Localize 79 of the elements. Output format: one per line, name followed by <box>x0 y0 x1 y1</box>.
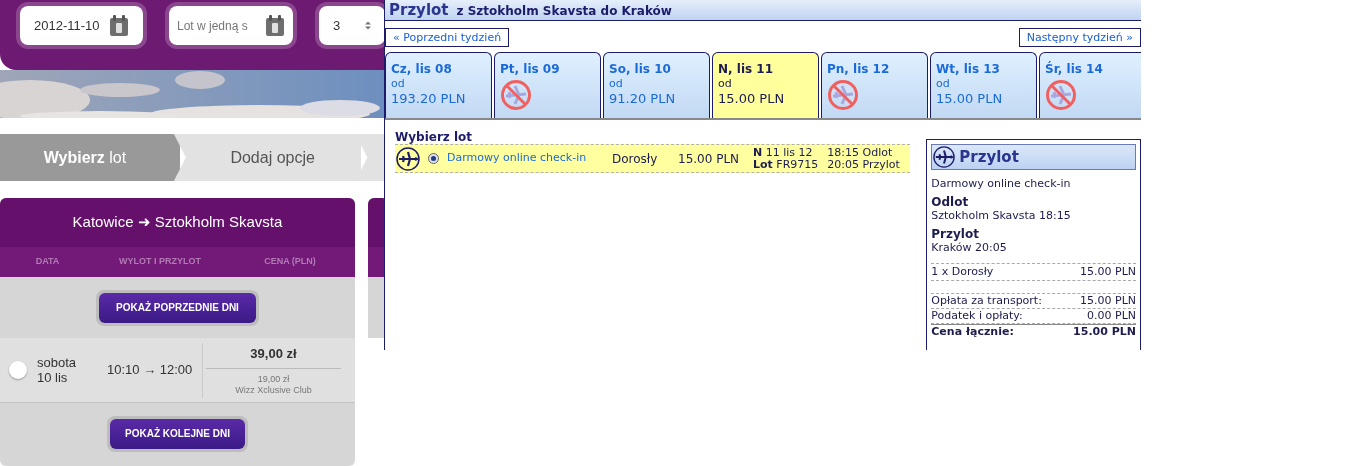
flight-number-text: Lot FR9715 <box>753 158 819 171</box>
fare-link[interactable]: Darmowy online check-in <box>447 150 612 167</box>
radio-button[interactable] <box>9 361 27 379</box>
price-text: 15.00 PLN <box>678 150 741 168</box>
line-label: Cena łącznie: <box>931 325 1014 339</box>
previous-week-link[interactable]: « Poprzedni tydzień <box>385 28 510 47</box>
route-text: z Sztokholm Skavsta do Kraków <box>456 3 672 20</box>
from-text: od <box>609 77 624 90</box>
field-value: Lot w jedną s <box>177 17 248 35</box>
line-label: 1 x Dorosły <box>931 265 994 279</box>
club-price-text: 19,00 zł <box>257 374 290 385</box>
departure-text: Sztokholm Skavsta 18:15 <box>931 209 1072 223</box>
price-text: 39,00 zł <box>250 344 297 363</box>
day-tab[interactable]: Wt, lis 13 od 15.00 PLN <box>930 52 1037 118</box>
day-label: So, lis 10 <box>609 62 672 77</box>
line-amount: 15.00 PLN <box>1080 294 1136 308</box>
arrival-text: Kraków 20:05 <box>931 241 1008 255</box>
day-label: Pn, lis 12 <box>827 62 891 77</box>
price-text: 91.20 PLN <box>609 90 677 108</box>
flight-row[interactable]: Darmowy online check-in Dorosły 15.00 PLN N 11 lis 12 18:15 Odlot Lot FR9715 20:05 Przylot <box>395 144 911 173</box>
flight-row[interactable]: sobota 10 lis 10:10 → 12:00 39,00 zł 19,00 zł Wizz Xclusive Club <box>0 338 355 403</box>
section-heading: Wybierz lot <box>395 130 474 144</box>
label-text: Przylot <box>931 227 980 241</box>
calendar-icon[interactable] <box>109 14 129 37</box>
day-tab[interactable]: Pn, lis 12 <box>821 52 928 118</box>
day-label: Śr, lis 14 <box>1045 62 1104 77</box>
day-label: Cz, lis 08 <box>391 62 453 77</box>
progress-step[interactable]: Dodaj opcje <box>173 134 362 181</box>
no-flights-icon <box>500 79 532 111</box>
date-text: 10 lis <box>37 370 69 385</box>
day-label: Pt, lis 09 <box>500 62 561 77</box>
day-text: sobota <box>37 355 78 370</box>
trip-type-field[interactable]: Lot w jedną s <box>169 6 293 45</box>
pager-button[interactable]: POKAŻ POPRZEDNIE DNI <box>99 292 256 323</box>
day-label: Wt, lis 13 <box>936 62 1001 77</box>
radio-button[interactable] <box>428 153 439 164</box>
column-header: WYLOT I PRZYLOT <box>118 255 202 269</box>
section-title: Przylot <box>389 1 449 20</box>
time-text: 10:10 → 12:00 <box>107 361 194 380</box>
field-value: 2012-11-10 <box>34 16 100 35</box>
line-amount: 15.00 PLN <box>1080 265 1136 279</box>
club-name-text: Wizz Xclusive Club <box>235 385 312 396</box>
day-tab[interactable]: Pt, lis 09 <box>494 52 601 118</box>
day-tab[interactable]: Cz, lis 08 od 193.20 PLN <box>385 52 492 118</box>
departure-text: 18:15 Odlot <box>827 146 894 159</box>
fare-text: Darmowy online check-in <box>931 177 1072 191</box>
line-label: Opłata za transport: <box>931 294 1042 308</box>
spinner-icon[interactable] <box>365 21 371 30</box>
from-text: od <box>391 77 406 90</box>
line-amount: 15.00 PLN <box>1073 325 1136 339</box>
price-text: 193.20 PLN <box>391 90 467 108</box>
price-text: 15.00 PLN <box>718 90 786 108</box>
plane-icon <box>933 146 956 168</box>
passenger-select[interactable]: 3 <box>319 6 384 45</box>
day-tab[interactable]: Śr, lis 14 <box>1039 52 1141 118</box>
panel-title: Katowice ➜ Sztokholm Skavsta <box>72 212 283 233</box>
summary-title: Przylot <box>959 150 1019 164</box>
from-text: od <box>718 77 733 90</box>
day-label: N, lis 11 <box>718 62 775 77</box>
from-text: od <box>936 77 951 90</box>
day-tab[interactable]: So, lis 10 od 91.20 PLN <box>603 52 710 118</box>
price-text: 15.00 PLN <box>936 90 1004 108</box>
column-header: DATA <box>34 255 61 269</box>
label-text: Odlot <box>931 195 970 209</box>
date-field[interactable]: 2012-11-10 <box>20 6 143 45</box>
date-text: N 11 lis 12 <box>753 146 814 159</box>
day-tab[interactable]: N, lis 11 od 15.00 PLN <box>712 52 819 118</box>
field-value: 3 <box>333 16 341 35</box>
next-week-link[interactable]: Następny tydzień » <box>1018 28 1141 47</box>
arrival-text: 20:05 Przylot <box>827 158 900 171</box>
no-flights-icon <box>827 79 859 111</box>
no-flights-icon <box>1045 79 1077 111</box>
plane-icon <box>396 146 420 171</box>
column-header: CENA (PLN) <box>263 255 317 269</box>
line-amount: 0.00 PLN <box>1087 309 1136 323</box>
pager-button[interactable]: POKAŻ KOLEJNE DNI <box>110 418 245 449</box>
passenger-text: Dorosły <box>612 150 659 168</box>
line-label: Podatek i opłaty: <box>931 309 1023 323</box>
calendar-icon[interactable] <box>265 14 285 37</box>
